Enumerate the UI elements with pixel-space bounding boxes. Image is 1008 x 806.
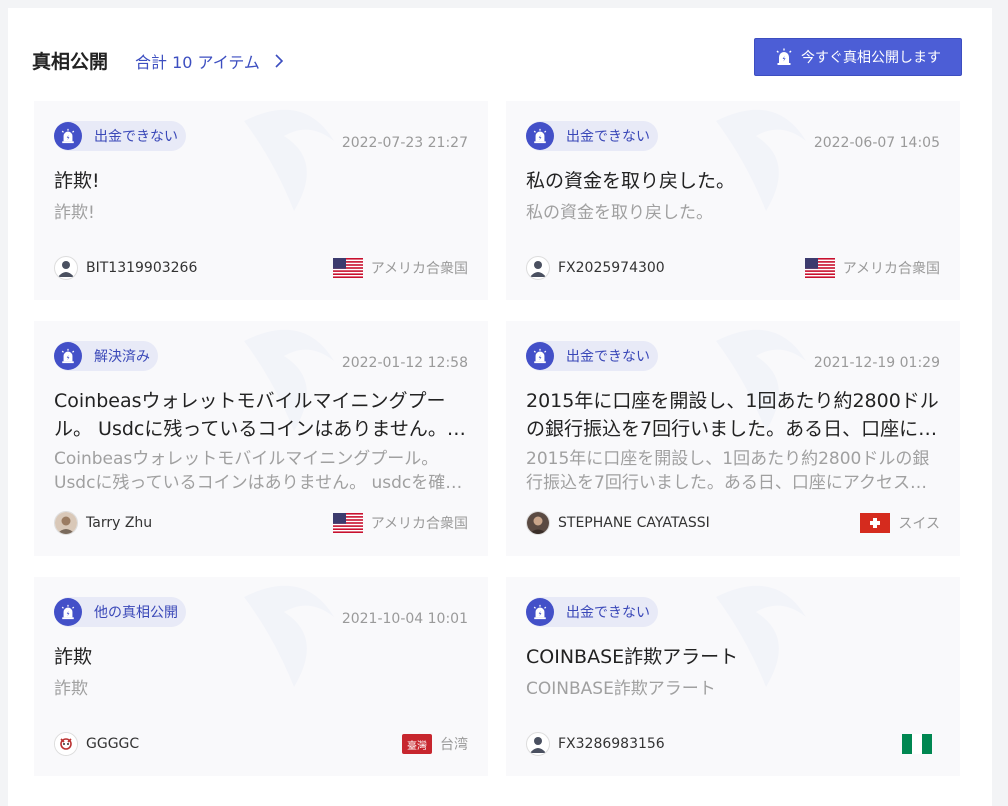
card-description: 詐欺 (54, 679, 88, 699)
author[interactable]: FX2025974300 (526, 256, 665, 280)
expose-now-button[interactable]: 今すぐ真相公開します (754, 38, 962, 76)
post-date: 2021-12-19 01:29 (813, 355, 940, 371)
author-name: FX2025974300 (558, 260, 665, 276)
card-description: 私の資金を取り戻した。 (526, 203, 713, 223)
author[interactable]: Tarry Zhu (54, 511, 152, 535)
alarm-icon (526, 598, 554, 626)
author[interactable]: BIT1319903266 (54, 256, 197, 280)
alarm-icon (776, 48, 792, 65)
author-name: BIT1319903266 (86, 260, 198, 276)
avatar (54, 732, 78, 756)
avatar (54, 256, 78, 280)
card-title[interactable]: 2015年に口座を開設し、1回あたり約2800ドルの銀行振込を7回行いました。あ… (526, 387, 940, 443)
exposure-panel: 真相公開 合計 10 アイテム 今すぐ真相公開します 出金できない 2022-0… (8, 8, 992, 806)
country: アメリカ合衆国 (332, 258, 468, 278)
us-flag-icon (332, 258, 363, 278)
category-tag: 出金できない (54, 121, 186, 151)
card-title[interactable]: 詐欺! (54, 167, 468, 195)
tag-label: 他の真相公開 (94, 605, 178, 621)
card-title[interactable]: 詐欺 (54, 643, 468, 671)
country (902, 734, 940, 754)
expose-now-label: 今すぐ真相公開します (801, 50, 941, 66)
exposure-card[interactable]: 解決済み 2022-01-12 12:58 Coinbeasウォレットモバイルマ… (34, 321, 488, 556)
author[interactable]: STEPHANE CAYATASSI (526, 511, 710, 535)
author-name: GGGGC (86, 736, 140, 752)
us-flag-icon (332, 513, 363, 533)
page-title: 真相公開 (32, 51, 109, 73)
author[interactable]: FX3286983156 (526, 732, 665, 756)
country: アメリカ合衆国 (804, 258, 940, 278)
tag-label: 解決済み (94, 349, 150, 365)
card-description: 2015年に口座を開設し、1回あたり約2800ドルの銀行振込を7回行いました。あ… (526, 449, 930, 493)
country-name: アメリカ合衆国 (370, 516, 468, 532)
exposure-card[interactable]: 出金できない 2022-07-23 21:27 詐欺! 詐欺! BIT13199… (34, 101, 488, 300)
category-tag: 出金できない (526, 597, 658, 627)
card-description: Coinbeasウォレットモバイルマイニングプール。 Usdcに残っているコイン… (54, 449, 463, 493)
card-description: 詐欺! (54, 203, 95, 223)
country-name: アメリカ合衆国 (370, 261, 468, 277)
country-name: スイス (898, 516, 940, 532)
avatar (526, 256, 550, 280)
tag-label: 出金できない (566, 349, 650, 365)
card-title[interactable]: 私の資金を取り戻した。 (526, 167, 940, 195)
country-name: アメリカ合衆国 (842, 261, 940, 277)
category-tag: 他の真相公開 (54, 597, 186, 627)
total-items-link[interactable]: 合計 10 アイテム (135, 49, 284, 73)
section-header: 真相公開 合計 10 アイテム 今すぐ真相公開します (32, 38, 962, 76)
category-tag: 出金できない (526, 341, 658, 371)
tw-flag-icon: 臺灣 (402, 734, 432, 754)
author-name: FX3286983156 (558, 736, 665, 752)
exposure-card[interactable]: 他の真相公開 2021-10-04 10:01 詐欺 詐欺 GGGGC 臺灣 台… (34, 577, 488, 776)
country: アメリカ合衆国 (332, 513, 468, 533)
card-description: COINBASE詐欺アラート (526, 679, 716, 699)
post-date: 2021-10-04 10:01 (341, 611, 468, 627)
us-flag-icon (804, 258, 835, 278)
alarm-icon (526, 122, 554, 150)
country: 臺灣 台湾 (402, 734, 468, 754)
ch-flag-icon (860, 513, 891, 533)
country: スイス (860, 513, 940, 533)
post-date: 2022-07-23 21:27 (341, 135, 468, 151)
total-items-label: 合計 10 アイテム (135, 53, 260, 72)
card-title[interactable]: COINBASE詐欺アラート (526, 643, 940, 671)
country-name: 台湾 (440, 737, 468, 753)
avatar (54, 511, 78, 535)
exposure-card[interactable]: 出金できない COINBASE詐欺アラート COINBASE詐欺アラート FX3… (506, 577, 960, 776)
card-title[interactable]: Coinbeasウォレットモバイルマイニングプール。 Usdcに残っているコイン… (54, 387, 468, 443)
chevron-right-icon (275, 54, 284, 68)
author[interactable]: GGGGC (54, 732, 139, 756)
avatar (526, 511, 550, 535)
tag-label: 出金できない (566, 129, 650, 145)
author-name: Tarry Zhu (86, 515, 153, 531)
category-tag: 解決済み (54, 341, 158, 371)
category-tag: 出金できない (526, 121, 658, 151)
alarm-icon (54, 122, 82, 150)
exposure-card[interactable]: 出金できない 2022-06-07 14:05 私の資金を取り戻した。 私の資金… (506, 101, 960, 300)
alarm-icon (526, 342, 554, 370)
alarm-icon (54, 598, 82, 626)
exposure-card[interactable]: 出金できない 2021-12-19 01:29 2015年に口座を開設し、1回あ… (506, 321, 960, 556)
alarm-icon (54, 342, 82, 370)
author-name: STEPHANE CAYATASSI (558, 515, 710, 531)
avatar (526, 732, 550, 756)
tag-label: 出金できない (94, 129, 178, 145)
post-date: 2022-01-12 12:58 (341, 355, 468, 371)
ng-flag-icon (902, 734, 932, 754)
tag-label: 出金できない (566, 605, 650, 621)
post-date: 2022-06-07 14:05 (813, 135, 940, 151)
